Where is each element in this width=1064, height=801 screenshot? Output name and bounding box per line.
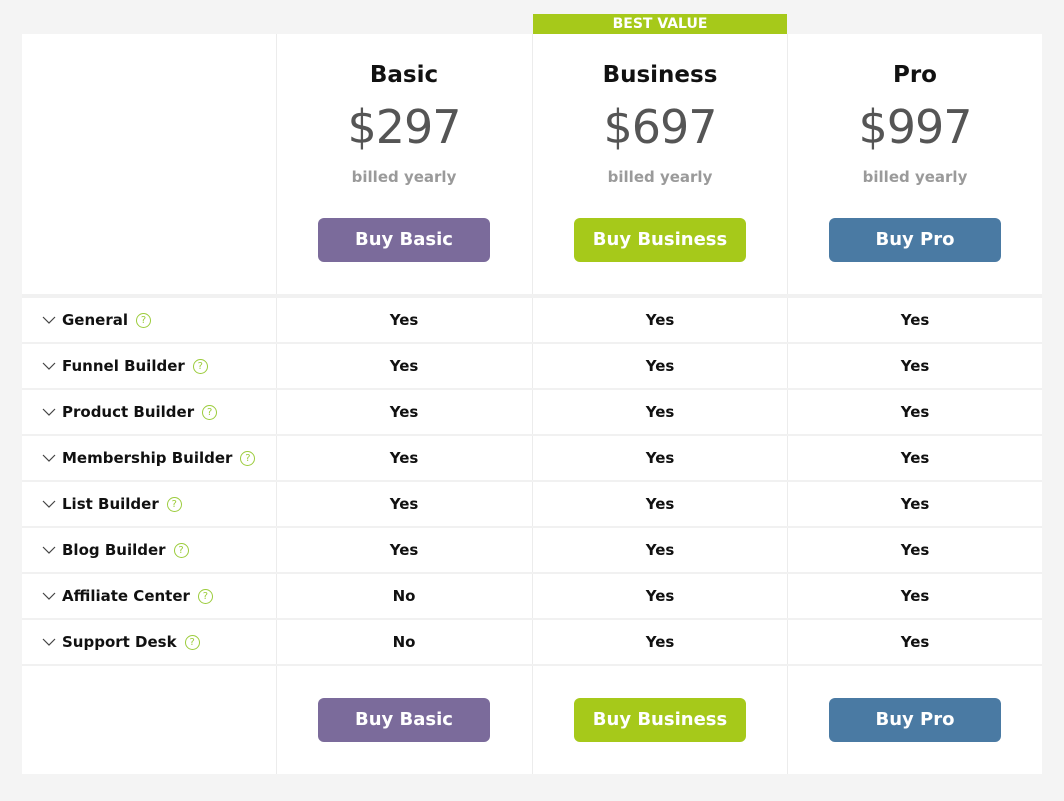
buy-basic-button[interactable]: Buy Basic [318,218,490,262]
feature-value: Yes [900,495,930,513]
plan-header-basic: Basic $297 billed yearly Buy Basic [277,34,531,294]
chevron-down-icon [42,408,56,416]
feature-value: Yes [645,449,675,467]
plan-billing: billed yearly [351,168,457,186]
plan-price: $297 [347,100,461,154]
feature-row: Blog Builder? Yes Yes Yes [22,528,1042,574]
chevron-down-icon [42,316,56,324]
feature-label: Funnel Builder [62,357,185,375]
feature-value: Yes [900,403,930,421]
feature-toggle[interactable]: Membership Builder? [42,436,256,480]
feature-value: Yes [645,633,675,651]
plan-name: Business [602,62,718,88]
question-circle-icon[interactable]: ? [202,404,218,420]
feature-value: Yes [900,633,930,651]
chevron-down-icon [42,638,56,646]
question-circle-icon[interactable]: ? [136,312,151,328]
feature-row: List Builder? Yes Yes Yes [22,482,1042,528]
chevron-down-icon [42,546,56,554]
question-circle-icon[interactable]: ? [166,496,182,512]
feature-value: Yes [389,311,419,329]
feature-label: Membership Builder [62,449,233,467]
plan-header-pro: Pro $997 billed yearly Buy Pro [788,34,1042,294]
feature-value: Yes [900,311,930,329]
feature-row: General? Yes Yes Yes [22,298,1042,344]
feature-toggle[interactable]: List Builder? [42,482,182,526]
feature-toggle[interactable]: Support Desk? [42,620,200,664]
feature-value: Yes [645,495,675,513]
question-circle-icon[interactable]: ? [173,542,189,558]
feature-value: No [392,633,416,651]
question-circle-icon[interactable]: ? [192,358,208,374]
feature-toggle[interactable]: Affiliate Center? [42,574,213,618]
pricing-table: Basic $297 billed yearly Buy Basic Busin… [22,34,1042,774]
buy-basic-button-bottom[interactable]: Buy Basic [318,698,490,742]
feature-toggle[interactable]: General? [42,298,151,342]
feature-row: Affiliate Center? No Yes Yes [22,574,1042,620]
plan-price: $697 [603,100,717,154]
feature-value: Yes [645,403,675,421]
chevron-down-icon [42,500,56,508]
feature-value: Yes [645,541,675,559]
feature-value: Yes [389,541,419,559]
feature-value: Yes [900,541,930,559]
question-circle-icon[interactable]: ? [197,588,213,604]
chevron-down-icon [42,454,56,462]
plan-name: Pro [892,62,937,88]
buy-business-button-bottom[interactable]: Buy Business [574,698,746,742]
chevron-down-icon [42,592,56,600]
feature-value: Yes [389,357,419,375]
chevron-down-icon [42,362,56,370]
feature-toggle[interactable]: Funnel Builder? [42,344,208,388]
feature-value: Yes [900,587,930,605]
best-value-badge: BEST VALUE [533,14,787,34]
buy-pro-button[interactable]: Buy Pro [829,218,1001,262]
buy-pro-button-bottom[interactable]: Buy Pro [829,698,1001,742]
feature-row: Membership Builder? Yes Yes Yes [22,436,1042,482]
feature-value: Yes [900,449,930,467]
feature-label: Blog Builder [62,541,166,559]
plan-header-business: Business $697 billed yearly Buy Business [533,34,787,294]
feature-row: Support Desk? No Yes Yes [22,620,1042,666]
plan-billing: billed yearly [862,168,968,186]
question-circle-icon[interactable]: ? [240,450,256,466]
feature-row: Product Builder? Yes Yes Yes [22,390,1042,436]
feature-toggle[interactable]: Product Builder? [42,390,218,434]
plan-name: Basic [369,62,439,88]
feature-value: Yes [900,357,930,375]
feature-value: Yes [645,357,675,375]
feature-label: Affiliate Center [62,587,190,605]
feature-value: No [392,587,416,605]
feature-label: Support Desk [62,633,177,651]
plan-billing: billed yearly [607,168,713,186]
feature-label: List Builder [62,495,159,513]
question-circle-icon[interactable]: ? [184,634,200,650]
feature-toggle[interactable]: Blog Builder? [42,528,189,572]
feature-row: Funnel Builder? Yes Yes Yes [22,344,1042,390]
feature-value: Yes [645,587,675,605]
feature-label: General [62,311,128,329]
feature-value: Yes [389,495,419,513]
buy-business-button[interactable]: Buy Business [574,218,746,262]
feature-value: Yes [645,311,675,329]
plan-price: $997 [858,100,972,154]
feature-value: Yes [389,449,419,467]
feature-value: Yes [389,403,419,421]
feature-label: Product Builder [62,403,195,421]
